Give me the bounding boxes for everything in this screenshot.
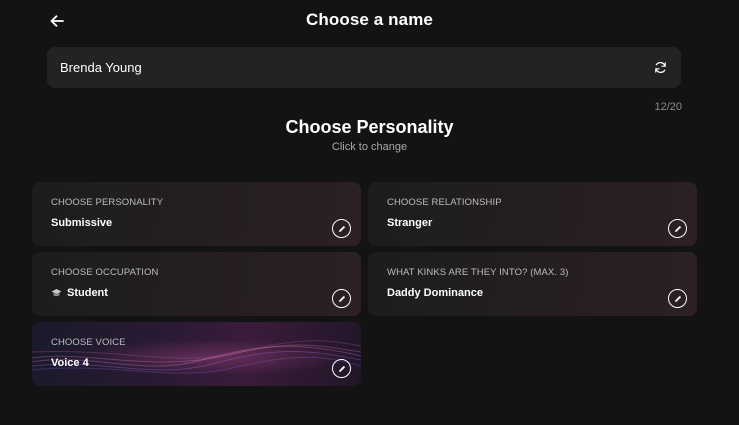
character-count: 12/20 xyxy=(654,101,682,113)
edit-occupation-button[interactable] xyxy=(332,289,351,308)
pencil-icon xyxy=(338,295,345,302)
edit-kinks-button[interactable] xyxy=(668,289,687,308)
pencil-icon xyxy=(338,365,345,372)
personality-label: CHOOSE PERSONALITY xyxy=(51,197,164,208)
edit-relationship-button[interactable] xyxy=(668,219,687,238)
graduation-cap-icon xyxy=(51,289,62,297)
relationship-label: CHOOSE RELATIONSHIP xyxy=(387,197,502,208)
voice-card[interactable]: CHOOSE VOICE Voice 4 xyxy=(32,322,361,386)
relationship-value: Stranger xyxy=(387,217,433,229)
occupation-card[interactable]: CHOOSE OCCUPATION Student xyxy=(32,252,361,316)
section-subtitle: Click to change xyxy=(331,141,408,153)
kinks-label: WHAT KINKS ARE THEY INTO? (MAX. 3) xyxy=(387,267,569,278)
randomize-name-button[interactable] xyxy=(651,59,669,77)
edit-voice-button[interactable] xyxy=(332,359,351,378)
personality-value: Submissive xyxy=(51,217,113,229)
voice-label: CHOOSE VOICE xyxy=(51,337,126,348)
relationship-card[interactable]: CHOOSE RELATIONSHIP Stranger xyxy=(368,182,697,246)
occupation-label: CHOOSE OCCUPATION xyxy=(51,267,159,278)
page-title: Choose a name xyxy=(306,10,433,29)
voice-value: Voice 4 xyxy=(51,357,89,369)
pencil-icon xyxy=(674,295,681,302)
personality-card[interactable]: CHOOSE PERSONALITY Submissive xyxy=(32,182,361,246)
name-field[interactable] xyxy=(47,47,681,88)
section-title: Choose Personality xyxy=(285,117,454,137)
occupation-value: Student xyxy=(67,287,108,299)
name-input[interactable] xyxy=(60,60,651,75)
edit-personality-button[interactable] xyxy=(332,219,351,238)
pencil-icon xyxy=(338,225,345,232)
kinks-card[interactable]: WHAT KINKS ARE THEY INTO? (MAX. 3) Daddy… xyxy=(368,252,697,316)
pencil-icon xyxy=(674,225,681,232)
kinks-value: Daddy Dominance xyxy=(387,287,483,299)
refresh-icon xyxy=(654,62,666,73)
